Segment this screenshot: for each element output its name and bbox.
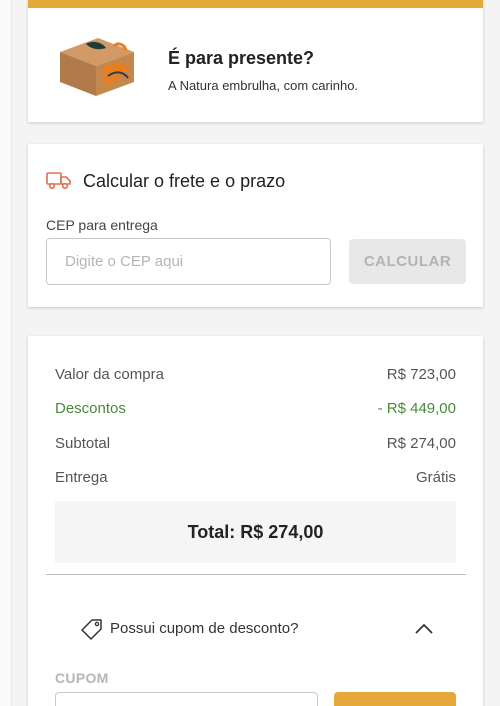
summary-label: Valor da compra (55, 366, 164, 383)
summary-value: R$ 723,00 (386, 366, 456, 383)
gift-box-image (60, 38, 134, 96)
summary-label: Entrega (55, 469, 108, 486)
coupon-toggle[interactable]: Possui cupom de desconto? (80, 618, 440, 640)
coupon-label: CUPOM (55, 670, 109, 686)
coupon-input[interactable] (55, 692, 318, 706)
calculate-button[interactable]: CALCULAR (349, 239, 466, 284)
summary-label: Subtotal (55, 435, 111, 452)
truck-icon (46, 172, 71, 190)
summary-value: Grátis (415, 469, 456, 486)
summary-row-purchase: Valor da compra R$ 723,00 (55, 366, 456, 383)
gift-wrap-card[interactable]: É para presente? A Natura embrulha, com … (28, 0, 483, 122)
chevron-up-icon[interactable] (414, 622, 434, 636)
summary-value: R$ 274,00 (386, 435, 456, 452)
summary-value: - R$ 449,00 (377, 400, 456, 417)
summary-row-discounts: Descontos - R$ 449,00 (55, 400, 456, 417)
order-summary-card: Valor da compra R$ 723,00 Descontos - R$… (28, 336, 483, 706)
gift-title: É para presente? (168, 48, 315, 68)
tag-icon (81, 619, 102, 640)
summary-label: Descontos (55, 400, 126, 417)
cep-label: CEP para entrega (46, 217, 158, 233)
left-panel-edge (0, 0, 12, 706)
coupon-question: Possui cupom de desconto? (110, 620, 299, 637)
shipping-title: Calcular o frete e o prazo (83, 171, 286, 191)
divider (46, 574, 466, 575)
shipping-calculator-card: Calcular o frete e o prazo CEP para entr… (28, 144, 483, 307)
order-total: Total: R$ 274,00 (55, 501, 456, 563)
apply-coupon-button[interactable] (334, 692, 456, 706)
summary-row-subtotal: Subtotal R$ 274,00 (55, 435, 456, 452)
cep-input[interactable] (46, 238, 331, 285)
gift-subtitle: A Natura embrulha, com carinho. (168, 78, 359, 93)
summary-row-delivery: Entrega Grátis (55, 469, 456, 486)
